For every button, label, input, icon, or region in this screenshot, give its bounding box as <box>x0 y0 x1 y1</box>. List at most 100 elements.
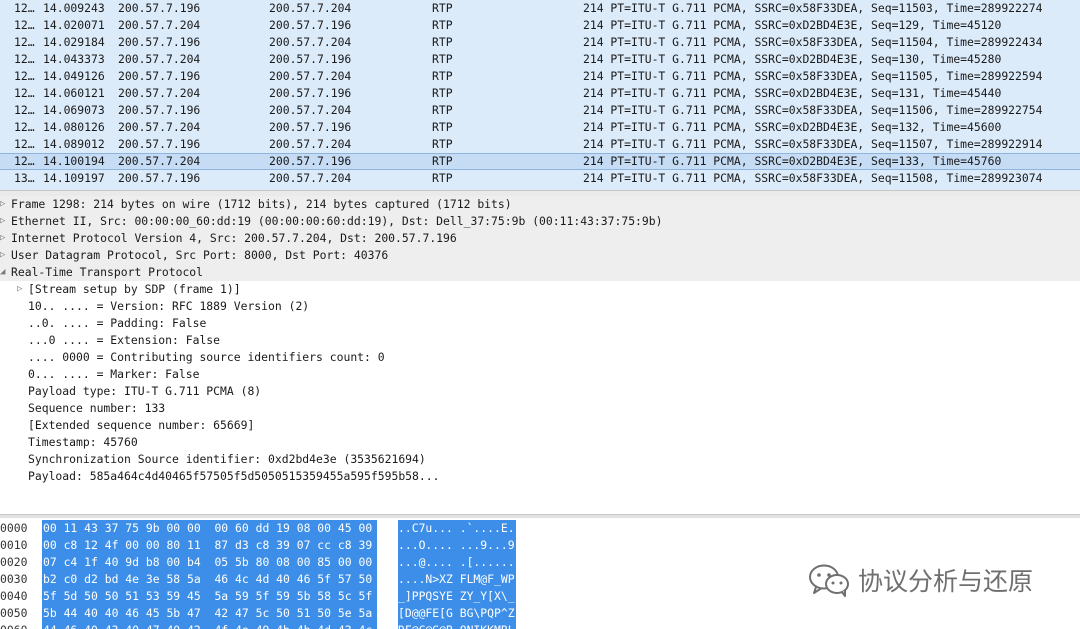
cell-protocol: RTP <box>432 69 453 83</box>
packet-row[interactable]: 12… 14.029184 200.57.7.196 200.57.7.204 RTP 2… <box>0 34 1080 51</box>
tree-item-field[interactable]: ▷ [Stream setup by SDP (frame 1)] <box>0 281 1080 298</box>
cell-protocol: RTP <box>432 52 453 66</box>
hex-bytes[interactable]: b2 c0 d2 bd 4e 3e 58 5a 46 4c 4d 40 46 5… <box>42 571 377 588</box>
cell-time: 14.080126 <box>43 120 105 134</box>
packet-row[interactable]: 13… 14.109197 200.57.7.196 200.57.7.204 RTP 2… <box>0 170 1080 187</box>
cell-protocol: RTP <box>432 18 453 32</box>
cell-info: 214 PT=ITU-T G.711 PCMA, SSRC=0xD2BD4E3E… <box>583 18 1002 32</box>
hex-ascii[interactable]: ..C7u... .`....E. <box>398 520 516 537</box>
cell-destination: 200.57.7.196 <box>269 154 352 168</box>
collapsed-arrow-icon[interactable]: ▷ <box>0 196 10 213</box>
tree-item-protocol[interactable]: ▷ Internet Protocol Version 4, Src: 200.5… <box>0 230 1080 247</box>
tree-item-field[interactable]: 10.. .... = Version: RFC 1889 Version (2… <box>0 298 1080 315</box>
cell-destination: 200.57.7.196 <box>269 18 352 32</box>
tree-item-field[interactable]: Timestamp: 45760 <box>0 434 1080 451</box>
hex-bytes[interactable]: 5f 5d 50 50 51 53 59 45 5a 59 5f 59 5b 5… <box>42 588 377 605</box>
expanded-arrow-icon[interactable]: ◢ <box>0 264 10 281</box>
tree-item-field[interactable]: [Extended sequence number: 65669] <box>0 417 1080 434</box>
packet-details-tree[interactable]: ▷ Frame 1298: 214 bytes on wire (1712 bit… <box>0 196 1080 514</box>
cell-info: 214 PT=ITU-T G.711 PCMA, SSRC=0x58F33DEA… <box>583 103 1043 117</box>
hex-row[interactable]: 0000 00 11 43 37 75 9b 00 00 00 60 dd 19 … <box>0 520 1080 537</box>
cell-destination: 200.57.7.196 <box>269 120 352 134</box>
collapsed-arrow-icon[interactable]: ▷ <box>0 247 10 264</box>
tree-item-protocol[interactable]: ▷ User Datagram Protocol, Src Port: 8000,… <box>0 247 1080 264</box>
packet-row[interactable]: 12… 14.020071 200.57.7.204 200.57.7.196 RTP 2… <box>0 17 1080 34</box>
tree-item-label: 10.. .... = Version: RFC 1889 Version (2… <box>28 299 310 313</box>
tree-item-protocol[interactable]: ▷ Frame 1298: 214 bytes on wire (1712 bit… <box>0 196 1080 213</box>
hex-offset: 0030 <box>0 572 28 586</box>
tree-item-label: Payload: 585a464c4d40465f57505f5d5050515… <box>28 469 440 483</box>
hex-offset: 0000 <box>0 521 28 535</box>
cell-number: 13… <box>14 171 35 185</box>
hex-row[interactable]: 0010 00 c8 12 4f 00 00 80 11 87 d3 c8 39 … <box>0 537 1080 554</box>
hex-bytes[interactable]: 00 11 43 37 75 9b 00 00 00 60 dd 19 08 0… <box>42 520 377 537</box>
wechat-icon <box>809 564 849 597</box>
tree-item-protocol[interactable]: ◢ Real-Time Transport Protocol <box>0 264 1080 281</box>
cell-number: 12… <box>14 120 35 134</box>
hex-offset: 0040 <box>0 589 28 603</box>
cell-number: 12… <box>14 1 35 15</box>
cell-time: 14.020071 <box>43 18 105 32</box>
hex-ascii[interactable]: ...@.... .[...... <box>398 554 516 571</box>
packet-row-selected[interactable]: 12… 14.100194 200.57.7.204 200.57.7.196 RTP 2… <box>0 153 1080 170</box>
hex-ascii[interactable]: ...O.... ...9...9 <box>398 537 516 554</box>
packet-row[interactable]: 12… 14.089012 200.57.7.196 200.57.7.204 RTP 2… <box>0 136 1080 153</box>
hex-ascii[interactable]: DF@C@G@B ONIKKMBL <box>398 622 516 629</box>
cell-destination: 200.57.7.204 <box>269 1 352 15</box>
hex-bytes[interactable]: 5b 44 40 40 46 45 5b 47 42 47 5c 50 51 5… <box>42 605 377 622</box>
tree-item-field[interactable]: Payload type: ITU-T G.711 PCMA (8) <box>0 383 1080 400</box>
packet-list[interactable]: 12… 14.009243 200.57.7.196 200.57.7.204 RTP 2… <box>0 0 1080 190</box>
hex-row[interactable]: 0050 5b 44 40 40 46 45 5b 47 42 47 5c 50 … <box>0 605 1080 622</box>
cell-source: 200.57.7.204 <box>118 52 201 66</box>
cell-time: 14.009243 <box>43 1 105 15</box>
cell-destination: 200.57.7.204 <box>269 103 352 117</box>
packet-row[interactable]: 12… 14.049126 200.57.7.196 200.57.7.204 RTP 2… <box>0 68 1080 85</box>
hex-bytes[interactable]: 00 c8 12 4f 00 00 80 11 87 d3 c8 39 07 c… <box>42 537 377 554</box>
hex-ascii[interactable]: [D@@FE[G BG\PQP^Z <box>398 605 516 622</box>
cell-source: 200.57.7.196 <box>118 35 201 49</box>
tree-item-field[interactable]: .... 0000 = Contributing source identifi… <box>0 349 1080 366</box>
cell-destination: 200.57.7.204 <box>269 69 352 83</box>
cell-time: 14.109197 <box>43 171 105 185</box>
packet-row[interactable]: 12… 14.060121 200.57.7.204 200.57.7.196 RTP 2… <box>0 85 1080 102</box>
collapsed-arrow-icon[interactable]: ▷ <box>17 281 27 298</box>
packet-row[interactable]: 12… 14.069073 200.57.7.196 200.57.7.204 RTP 2… <box>0 102 1080 119</box>
cell-info: 214 PT=ITU-T G.711 PCMA, SSRC=0x58F33DEA… <box>583 1 1043 15</box>
hex-offset: 0060 <box>0 622 27 629</box>
tree-item-field[interactable]: Synchronization Source identifier: 0xd2b… <box>0 451 1080 468</box>
hex-ascii[interactable]: _]PPQSYE ZY_Y[X\_ <box>398 588 516 605</box>
cell-info: 214 PT=ITU-T G.711 PCMA, SSRC=0xD2BD4E3E… <box>583 52 1002 66</box>
cell-info: 214 PT=ITU-T G.711 PCMA, SSRC=0x58F33DEA… <box>583 137 1043 151</box>
cell-info: 214 PT=ITU-T G.711 PCMA, SSRC=0xD2BD4E3E… <box>583 86 1002 100</box>
tree-item-field[interactable]: ..0. .... = Padding: False <box>0 315 1080 332</box>
cell-protocol: RTP <box>432 171 453 185</box>
collapsed-arrow-icon[interactable]: ▷ <box>0 230 10 247</box>
tree-item-label: Payload type: ITU-T G.711 PCMA (8) <box>28 384 262 398</box>
tree-item-field[interactable]: ...0 .... = Extension: False <box>0 332 1080 349</box>
tree-item-label: Real-Time Transport Protocol <box>11 265 204 279</box>
hex-bytes[interactable]: 44 46 40 43 40 47 40 42 4f 4e 49 4b 4b 4… <box>42 622 377 629</box>
cell-number: 12… <box>14 52 35 66</box>
hex-offset: 0050 <box>0 606 28 620</box>
tree-item-field[interactable]: Payload: 585a464c4d40465f57505f5d5050515… <box>0 468 1080 485</box>
collapsed-arrow-icon[interactable]: ▷ <box>0 213 10 230</box>
packet-row[interactable]: 12… 14.080126 200.57.7.204 200.57.7.196 RTP 2… <box>0 119 1080 136</box>
tree-item-field[interactable]: Sequence number: 133 <box>0 400 1080 417</box>
cell-info: 214 PT=ITU-T G.711 PCMA, SSRC=0x58F33DEA… <box>583 171 1043 185</box>
packet-row[interactable]: 12… 14.009243 200.57.7.196 200.57.7.204 RTP 2… <box>0 0 1080 17</box>
tree-item-label: Sequence number: 133 <box>28 401 166 415</box>
cell-time: 14.043373 <box>43 52 105 66</box>
hex-bytes[interactable]: 07 c4 1f 40 9d b8 00 b4 05 5b 80 08 00 8… <box>42 554 377 571</box>
tree-item-label: ..0. .... = Padding: False <box>28 316 207 330</box>
tree-item-protocol[interactable]: ▷ Ethernet II, Src: 00:00:00_60:dd:19 (00… <box>0 213 1080 230</box>
tree-item-label: User Datagram Protocol, Src Port: 8000, … <box>11 248 389 262</box>
hex-row[interactable]: 0060 44 46 40 43 40 47 40 42 4f 4e 49 4b … <box>0 622 1080 629</box>
tree-item-field[interactable]: 0... .... = Marker: False <box>0 366 1080 383</box>
cell-number: 12… <box>14 86 35 100</box>
tree-item-label: [Extended sequence number: 65669] <box>28 418 255 432</box>
hex-ascii[interactable]: ....N>XZ FLM@F_WP <box>398 571 516 588</box>
cell-number: 12… <box>14 103 35 117</box>
packet-row[interactable]: 12… 14.043373 200.57.7.204 200.57.7.196 RTP 2… <box>0 51 1080 68</box>
cell-source: 200.57.7.196 <box>118 103 201 117</box>
cell-source: 200.57.7.196 <box>118 137 201 151</box>
